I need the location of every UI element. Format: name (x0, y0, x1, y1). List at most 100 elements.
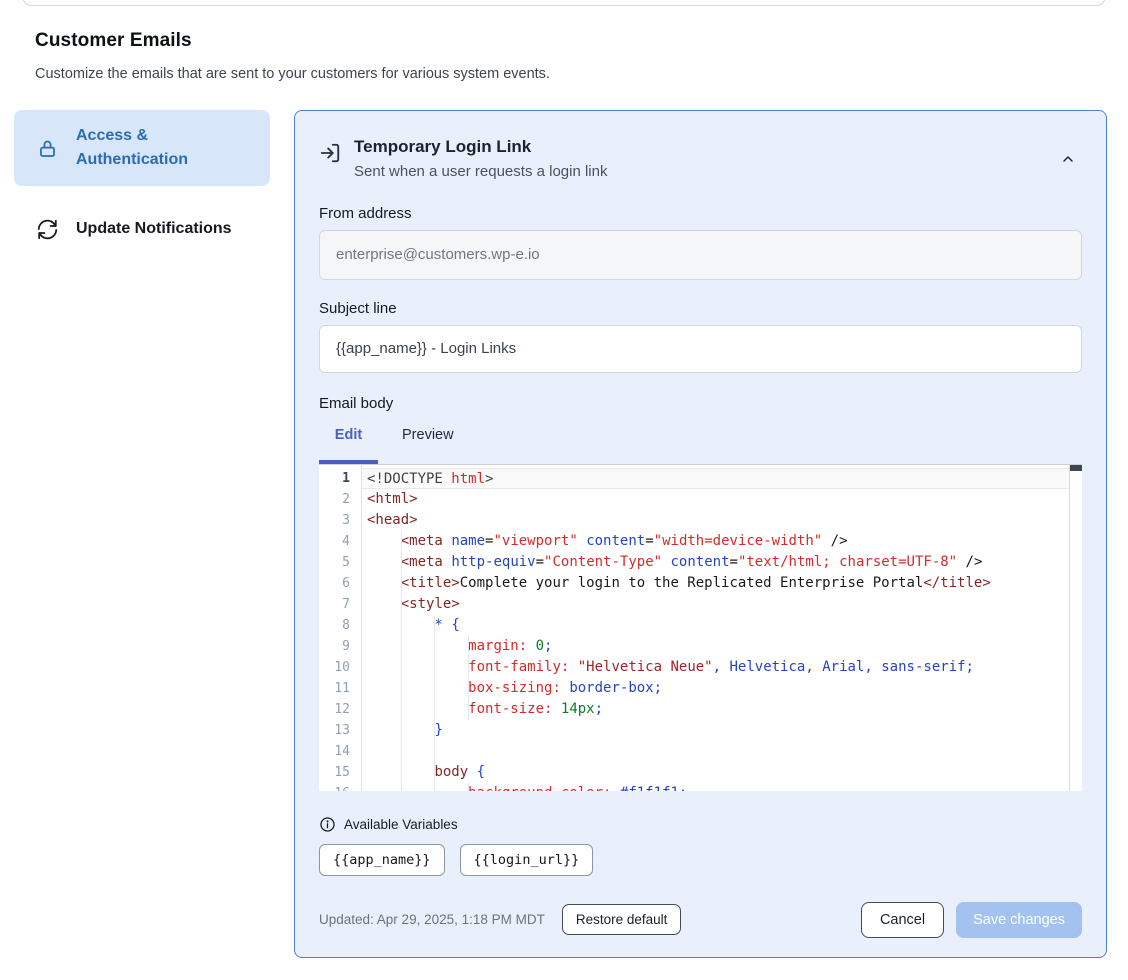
editor-code-area[interactable]: <!DOCTYPE html><html><head> <meta name="… (362, 465, 1069, 791)
code-line: box-sizing: border-box; (362, 678, 1069, 699)
code-token: } (434, 722, 442, 738)
indent-guide (401, 531, 402, 552)
code-line: <meta http-equiv="Content-Type" content=… (362, 552, 1069, 573)
available-variables-label: Available Variables (344, 817, 458, 832)
line-number: 5 (319, 552, 361, 573)
sidebar-item-update-notifications[interactable]: Update Notifications (14, 210, 270, 248)
code-token: background-color: (468, 785, 611, 791)
code-token: "width=device-width" (654, 533, 823, 549)
code-line: body { (362, 762, 1069, 783)
line-number: 4 (319, 531, 361, 552)
code-token: * (434, 617, 442, 633)
code-token: = (645, 533, 653, 549)
customer-emails-page: Customer Emails Customize the emails tha… (0, 0, 1128, 980)
code-token: > (485, 471, 493, 487)
line-number: 15 (319, 762, 361, 783)
code-token: </title> (923, 575, 990, 591)
indent-guide (468, 678, 469, 699)
active-tab-underline (319, 460, 378, 464)
indent-guide (401, 741, 402, 762)
line-number: 1 (319, 468, 361, 489)
indent-guide (401, 678, 402, 699)
code-token: /> (822, 533, 847, 549)
code-token (611, 785, 619, 791)
code-token (367, 680, 468, 696)
code-line: background-color: #f1f1f1; (362, 783, 1069, 791)
code-editor[interactable]: 12345678910111213141516 <!DOCTYPE html><… (319, 464, 1082, 791)
editor-scrollbar[interactable] (1069, 465, 1082, 791)
indent-guide (434, 678, 435, 699)
code-token (527, 638, 535, 654)
code-line: font-family: "Helvetica Neue", Helvetica… (362, 657, 1069, 678)
code-line: <style> (362, 594, 1069, 615)
code-token: 0 (536, 638, 544, 654)
line-number: 3 (319, 510, 361, 531)
code-line (362, 741, 1069, 762)
code-token: content (586, 533, 645, 549)
code-token: margin: (468, 638, 527, 654)
code-token: Arial (822, 659, 864, 675)
indent-guide (401, 615, 402, 636)
sidebar-item-access-authentication[interactable]: Access & Authentication (14, 110, 270, 186)
tab-edit[interactable]: Edit (319, 427, 378, 443)
line-number: 11 (319, 678, 361, 699)
indent-guide (401, 720, 402, 741)
code-token: http-equiv (451, 554, 535, 570)
cancel-button[interactable]: Cancel (861, 902, 944, 938)
page-title: Customer Emails (35, 30, 192, 52)
code-token: box-sizing: (468, 680, 561, 696)
code-token (367, 701, 468, 717)
code-token: name (451, 533, 485, 549)
editor-wrap: 12345678910111213141516 <!DOCTYPE html><… (319, 464, 1082, 791)
code-token (873, 659, 881, 675)
login-icon (319, 142, 341, 164)
subject-line-input[interactable] (319, 325, 1082, 373)
code-token (662, 554, 670, 570)
code-token (367, 638, 468, 654)
code-token: 14px (561, 701, 595, 717)
code-line: <title>Complete your login to the Replic… (362, 573, 1069, 594)
variable-chip[interactable]: {{app_name}} (319, 844, 445, 876)
lock-icon (36, 137, 58, 159)
restore-default-button[interactable]: Restore default (562, 904, 682, 935)
indent-guide (468, 657, 469, 678)
line-number: 2 (319, 489, 361, 510)
save-changes-button[interactable]: Save changes (956, 902, 1082, 938)
code-line: <meta name="viewport" content="width=dev… (362, 531, 1069, 552)
indent-guide (434, 699, 435, 720)
card-title: Temporary Login Link (354, 135, 607, 160)
code-token: "text/html; charset=UTF-8" (738, 554, 957, 570)
code-line: <!DOCTYPE html> (362, 468, 1069, 489)
code-token: , (805, 659, 813, 675)
code-token: font-family: (468, 659, 569, 675)
tab-preview[interactable]: Preview (402, 427, 454, 443)
scrollbar-thumb[interactable] (1070, 465, 1082, 471)
indent-guide (401, 657, 402, 678)
code-line: <head> (362, 510, 1069, 531)
indent-guide (401, 783, 402, 791)
code-token (814, 659, 822, 675)
code-token: "Content-Type" (544, 554, 662, 570)
chevron-up-icon (1060, 151, 1076, 167)
line-number: 14 (319, 741, 361, 762)
indent-guide (434, 783, 435, 791)
collapse-button[interactable] (1056, 147, 1080, 171)
code-token: <meta (401, 554, 443, 570)
code-token: <style> (401, 596, 460, 612)
code-token: = (730, 554, 738, 570)
code-line: * { (362, 615, 1069, 636)
from-address-input (319, 230, 1082, 280)
code-line: } (362, 720, 1069, 741)
variable-chip[interactable]: {{login_url}} (460, 844, 594, 876)
code-line: <html> (362, 489, 1069, 510)
code-token: <title> (401, 575, 460, 591)
code-token: Complete your login to the Replicated En… (460, 575, 924, 591)
code-token: , (864, 659, 872, 675)
info-icon (319, 816, 336, 833)
code-token (367, 554, 401, 570)
indent-guide (401, 636, 402, 657)
indent-guide (401, 594, 402, 615)
code-token: "viewport" (493, 533, 577, 549)
card-header: Temporary Login Link Sent when a user re… (319, 135, 1082, 180)
code-token (468, 764, 476, 780)
